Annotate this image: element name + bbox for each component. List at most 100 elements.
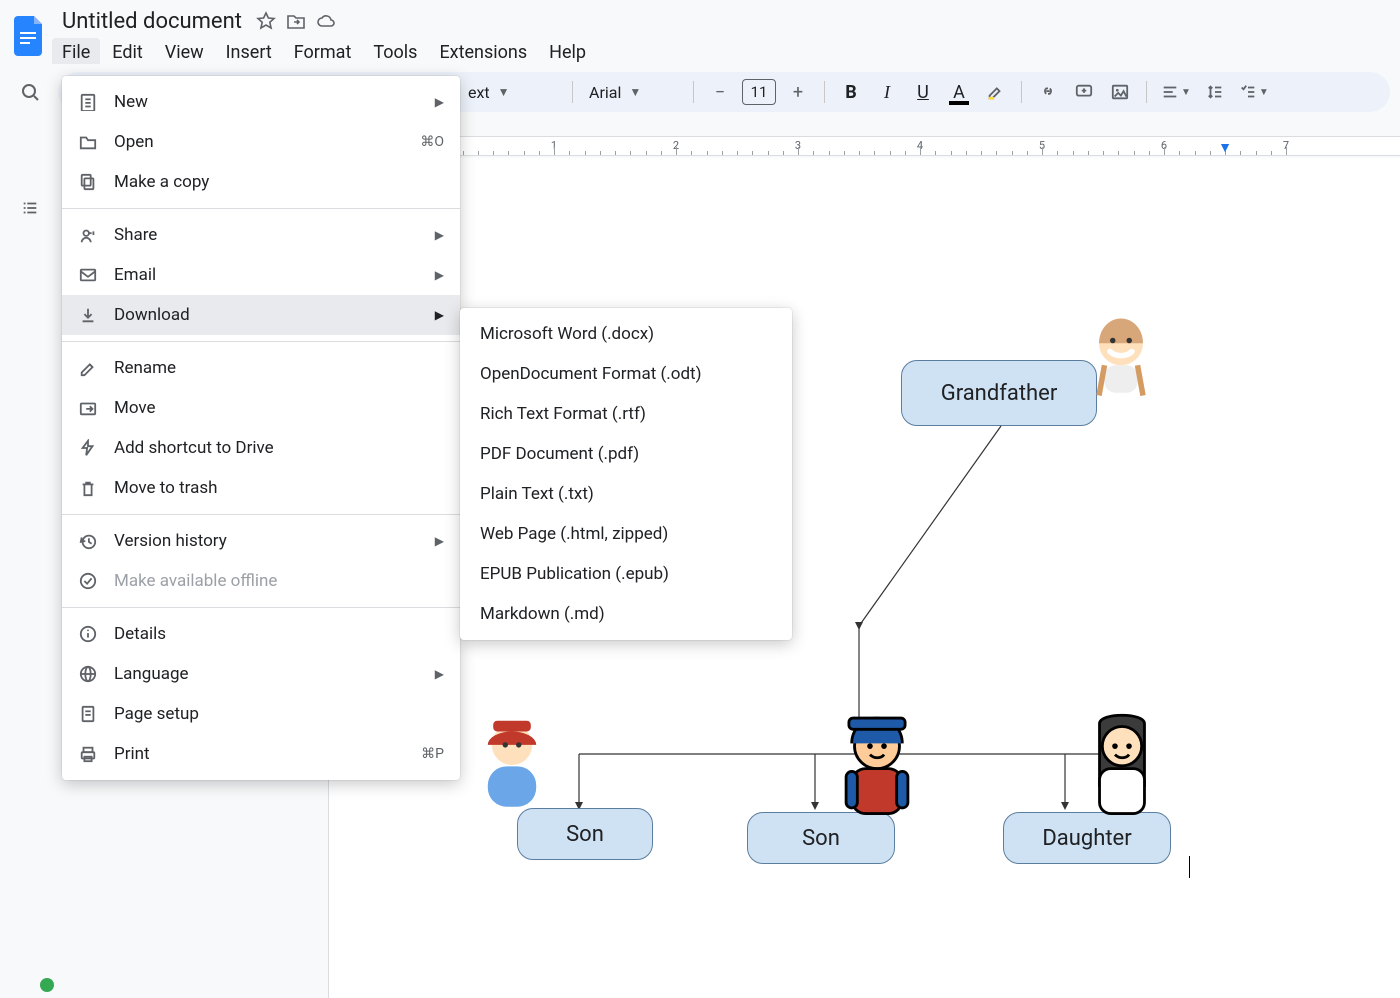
highlight-color-button[interactable] <box>979 76 1011 108</box>
ruler-right-margin-marker[interactable]: ▼ <box>1218 139 1232 156</box>
menu-item-label: Language <box>114 664 419 684</box>
checklist-button[interactable]: ▼ <box>1235 76 1273 108</box>
file-menu-item-details[interactable]: Details <box>62 614 460 654</box>
font-family-label: Arial <box>589 83 621 102</box>
cloud-status-icon[interactable] <box>316 11 336 31</box>
insert-link-button[interactable] <box>1032 76 1064 108</box>
globe-icon <box>78 664 98 684</box>
keyboard-shortcut: ⌘O <box>420 134 444 150</box>
menu-item-tools[interactable]: Tools <box>363 38 427 67</box>
submenu-arrow-icon: ▶ <box>435 667 444 681</box>
file-menu-item-open[interactable]: Open ⌘O <box>62 122 460 162</box>
file-menu-item-make-a-copy[interactable]: Make a copy <box>62 162 460 202</box>
file-menu-item-email[interactable]: Email▶ <box>62 255 460 295</box>
download-format-pdf[interactable]: PDF Document (.pdf) <box>460 434 792 474</box>
file-menu-item-print[interactable]: Print⌘P <box>62 734 460 774</box>
menu-item-format[interactable]: Format <box>284 38 362 67</box>
toolbar-separator <box>1021 81 1022 103</box>
menu-item-label: Move <box>114 398 444 418</box>
file-menu-dropdown: New▶ Open ⌘O Make a copy Share▶Email▶Downloa… <box>62 76 460 780</box>
family-node-son-1[interactable]: Son <box>517 808 653 860</box>
info-icon <box>78 624 98 644</box>
move-to-folder-icon[interactable] <box>286 11 306 31</box>
menu-separator <box>62 607 460 608</box>
file-menu-item-move-to-trash[interactable]: Move to trash <box>62 468 460 508</box>
file-menu-item-rename[interactable]: Rename <box>62 348 460 388</box>
chevron-down-icon: ▼ <box>498 85 510 99</box>
family-node-son-2[interactable]: Son <box>747 812 895 864</box>
file-menu-item-page-setup[interactable]: Page setup <box>62 694 460 734</box>
submenu-arrow-icon: ▶ <box>435 534 444 548</box>
menu-item-help[interactable]: Help <box>539 38 596 67</box>
history-icon <box>78 531 98 551</box>
paragraph-style-select[interactable]: ext▼ <box>462 83 562 102</box>
download-format-markdown[interactable]: Markdown (.md) <box>460 594 792 634</box>
document-outline-button[interactable] <box>12 190 48 226</box>
download-format-plain[interactable]: Plain Text (.txt) <box>460 474 792 514</box>
menu-item-edit[interactable]: Edit <box>102 38 152 67</box>
family-node-daughter[interactable]: Daughter <box>1003 812 1171 864</box>
italic-button[interactable]: I <box>871 76 903 108</box>
font-size-control: − 11 + <box>704 76 814 108</box>
underline-button[interactable]: U <box>907 76 939 108</box>
file-menu-item-move[interactable]: Move <box>62 388 460 428</box>
add-comment-button[interactable] <box>1068 76 1100 108</box>
menu-item-label: Make a copy <box>114 172 444 192</box>
menu-item-label: Details <box>114 624 444 644</box>
menu-item-label: Add shortcut to Drive <box>114 438 444 458</box>
search-menus-button[interactable] <box>10 72 50 112</box>
document-title[interactable]: Untitled document <box>58 9 246 34</box>
menu-item-file[interactable]: File <box>52 38 100 67</box>
submenu-arrow-icon: ▶ <box>435 228 444 242</box>
decrease-font-size-button[interactable]: − <box>704 76 736 108</box>
keyboard-shortcut: ⌘P <box>421 746 444 762</box>
submenu-arrow-icon: ▶ <box>435 95 444 109</box>
increase-font-size-button[interactable]: + <box>782 76 814 108</box>
family-node-grandfather[interactable]: Grandfather <box>901 360 1097 426</box>
family-node-label: Son <box>566 822 604 847</box>
menu-item-label: Open <box>114 132 404 152</box>
menu-item-label: Rename <box>114 358 444 378</box>
download-format-rich[interactable]: Rich Text Format (.rtf) <box>460 394 792 434</box>
font-family-select[interactable]: Arial ▼ <box>583 83 683 102</box>
star-icon[interactable] <box>256 11 276 31</box>
menu-separator <box>62 208 460 209</box>
chevron-down-icon: ▼ <box>629 85 641 99</box>
doc-icon <box>78 92 98 112</box>
download-format-microsoft[interactable]: Microsoft Word (.docx) <box>460 314 792 354</box>
share-icon <box>78 225 98 245</box>
copy-icon <box>78 172 98 192</box>
shortcut-icon <box>78 438 98 458</box>
download-format-epub[interactable]: EPUB Publication (.epub) <box>460 554 792 594</box>
text-color-button[interactable]: A <box>943 76 975 108</box>
menu-separator <box>62 341 460 342</box>
file-menu-item-new[interactable]: New▶ <box>62 82 460 122</box>
align-button[interactable]: ▼ <box>1157 76 1195 108</box>
toolbar-separator <box>824 81 825 103</box>
download-icon <box>78 305 98 325</box>
file-menu-item-language[interactable]: Language ▶ <box>62 654 460 694</box>
file-menu-item-download[interactable]: Download▶ <box>62 295 460 335</box>
file-menu-item-add-shortcut-to-drive[interactable]: Add shortcut to Drive <box>62 428 460 468</box>
bold-button[interactable]: B <box>835 76 867 108</box>
family-node-label: Daughter <box>1042 826 1131 851</box>
docs-logo[interactable] <box>12 12 48 60</box>
download-submenu: Microsoft Word (.docx)OpenDocument Forma… <box>460 308 792 640</box>
presence-indicator <box>40 978 54 992</box>
toolbar-separator <box>693 81 694 103</box>
menu-bar: FileEditViewInsertFormatToolsExtensionsH… <box>52 36 596 67</box>
line-spacing-button[interactable] <box>1199 76 1231 108</box>
avatar-son-2 <box>831 704 923 822</box>
menu-item-insert[interactable]: Insert <box>216 38 282 67</box>
download-format-web[interactable]: Web Page (.html, zipped) <box>460 514 792 554</box>
avatar-son-1 <box>469 706 555 816</box>
font-size-input[interactable]: 11 <box>742 79 776 105</box>
menu-item-extensions[interactable]: Extensions <box>429 38 537 67</box>
insert-image-button[interactable] <box>1104 76 1136 108</box>
menu-item-view[interactable]: View <box>155 38 214 67</box>
download-format-opendocument[interactable]: OpenDocument Format (.odt) <box>460 354 792 394</box>
horizontal-ruler[interactable]: 1234567▼ <box>320 136 1400 156</box>
file-menu-item-version-history[interactable]: Version history▶ <box>62 521 460 561</box>
file-menu-item-make-available-offline: Make available offline <box>62 561 460 601</box>
file-menu-item-share[interactable]: Share▶ <box>62 215 460 255</box>
